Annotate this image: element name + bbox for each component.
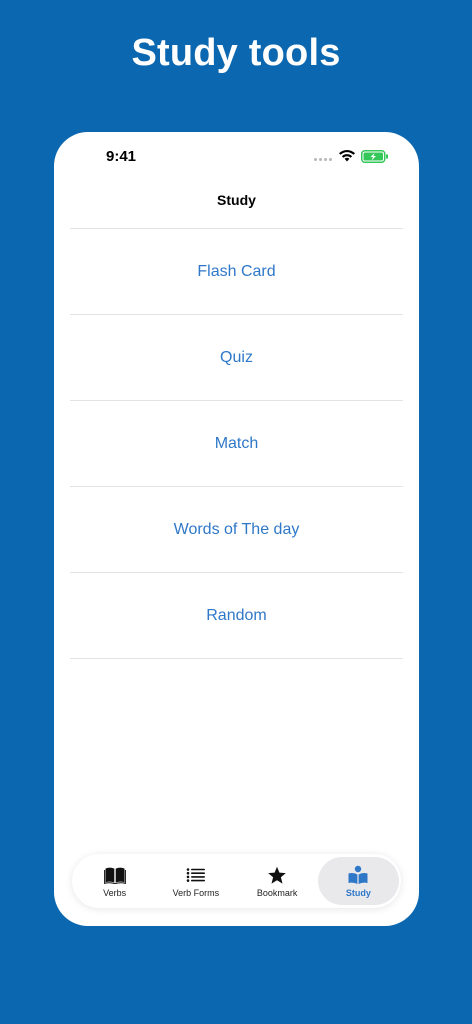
random-option[interactable]: Random — [70, 573, 403, 659]
tab-study[interactable]: Study — [317, 857, 399, 905]
tab-verbs[interactable]: Verbs — [74, 857, 155, 905]
tab-bar: Verbs Verb Forms Bookmark Study — [72, 854, 401, 908]
wifi-icon — [338, 149, 356, 167]
book-icon — [103, 864, 127, 886]
tab-label: Verbs — [103, 888, 127, 898]
match-option[interactable]: Match — [70, 401, 403, 487]
option-label: Flash Card — [197, 262, 276, 280]
tab-verb-forms[interactable]: Verb Forms — [155, 857, 236, 905]
promo-headline: Study tools — [131, 32, 341, 74]
tab-label: Study — [345, 888, 371, 898]
list-icon — [184, 864, 208, 886]
words-of-the-day-option[interactable]: Words of The day — [70, 487, 403, 573]
tab-label: Verb Forms — [172, 888, 220, 898]
quiz-option[interactable]: Quiz — [70, 315, 403, 401]
battery-charging-icon — [361, 150, 389, 168]
option-label: Match — [214, 434, 259, 452]
cellular-signal-icon — [314, 158, 332, 161]
option-label: Words of The day — [173, 520, 300, 538]
status-time: 9:41 — [106, 148, 137, 165]
tab-bookmark[interactable]: Bookmark — [237, 857, 318, 905]
star-icon — [265, 864, 289, 886]
phone-frame: 9:41 Study Flash Card Quiz Match Words o… — [54, 132, 419, 926]
flash-card-option[interactable]: Flash Card — [70, 229, 403, 315]
study-options-list: Flash Card Quiz Match Words of The day R… — [70, 228, 403, 659]
page-title: Study — [217, 192, 256, 208]
option-label: Quiz — [220, 348, 253, 366]
option-label: Random — [206, 606, 267, 624]
status-bar: 9:41 — [54, 132, 419, 176]
reader-icon — [346, 864, 370, 886]
tab-label: Bookmark — [256, 888, 298, 898]
